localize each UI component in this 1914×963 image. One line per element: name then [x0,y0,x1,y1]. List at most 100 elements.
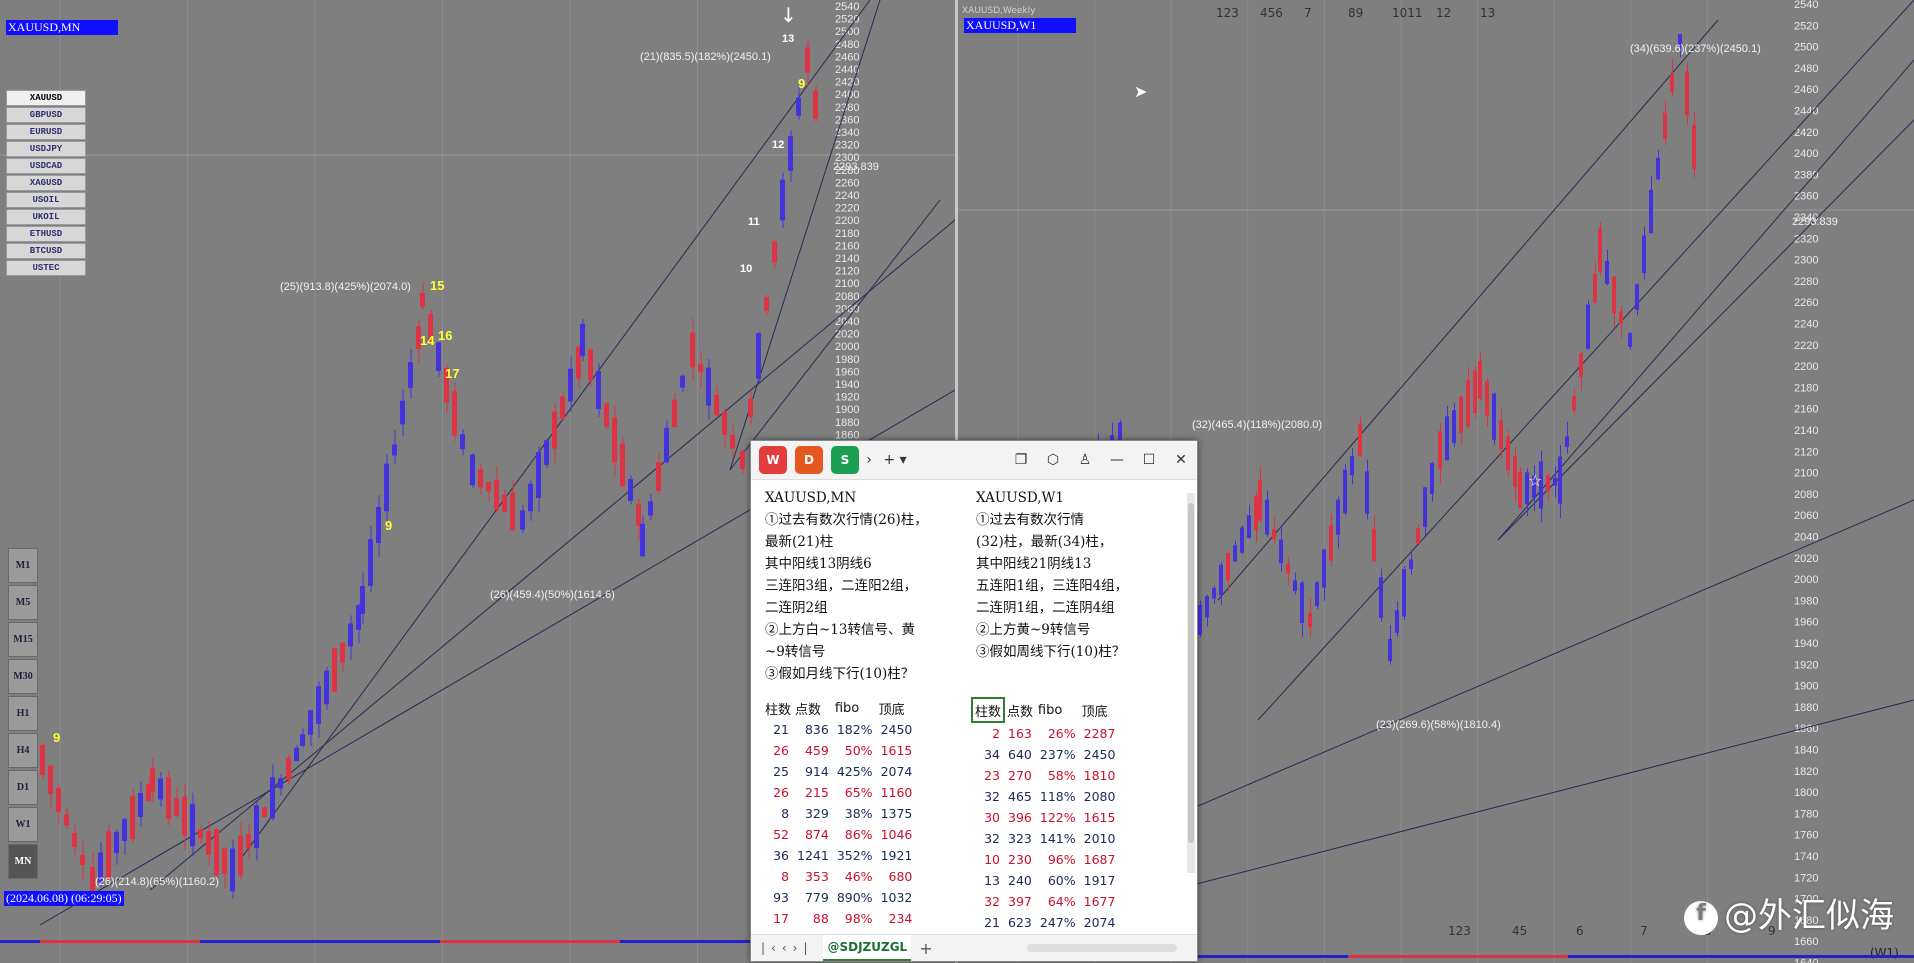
chevron-right-icon[interactable]: › [859,452,879,468]
table-cell[interactable]: 25 [763,761,793,782]
table-cell[interactable]: 1160 [877,782,917,803]
symbol-item-btcusd[interactable]: BTCUSD [6,243,86,259]
table-cell[interactable]: 230 [1004,849,1036,870]
table-cell[interactable]: 32 [972,786,1004,807]
close-icon[interactable]: ✕ [1165,452,1197,468]
table-cell[interactable]: 397 [1004,891,1036,912]
symbol-item-usdcad[interactable]: USDCAD [6,158,86,174]
weekly-table[interactable]: 柱数 点数 fibo 顶底 2 163 26% 2287 34 640 237% 2450 23 270 5… [970,697,1120,933]
table-cell[interactable]: 8 [763,803,793,824]
column-header[interactable]: 顶底 [1080,698,1120,722]
table-row[interactable]: 17 88 98% 234 [763,908,916,929]
table-cell[interactable]: 46% [833,866,877,887]
table-cell[interactable]: 98% [833,908,877,929]
column-header[interactable]: fibo [833,697,877,719]
timeframe-button-w1[interactable]: W1 [8,807,38,842]
table-cell[interactable]: 323 [1004,828,1036,849]
table-cell[interactable]: 2074 [877,761,917,782]
symbol-item-xauusd[interactable]: XAUUSD [6,90,86,106]
user-icon[interactable]: ♙ [1069,452,1101,468]
symbol-item-usdjpy[interactable]: USDJPY [6,141,86,157]
table-row[interactable]: 26 215 65% 1160 [763,782,916,803]
table-cell[interactable]: 36 [763,845,793,866]
table-cell[interactable]: 182% [833,719,877,740]
table-cell[interactable]: 2450 [877,719,917,740]
table-cell[interactable]: 270 [1004,765,1036,786]
table-cell[interactable]: 26 [763,782,793,803]
table-cell[interactable]: 2074 [1080,912,1120,933]
table-cell[interactable]: 396 [1004,807,1036,828]
table-row[interactable]: 13 240 60% 1917 [972,870,1119,891]
table-cell[interactable]: 1241 [793,845,833,866]
table-cell[interactable]: 21 [763,719,793,740]
window-titlebar[interactable]: W D S › + ▾ ❐ ⬡ ♙ — ☐ ✕ [751,441,1197,480]
table-cell[interactable]: 215 [793,782,833,803]
table-cell[interactable]: 32 [972,828,1004,849]
table-cell[interactable]: 1677 [1080,891,1120,912]
table-cell[interactable]: 23 [972,765,1004,786]
table-cell[interactable]: 352% [833,845,877,866]
table-cell[interactable]: 234 [877,908,917,929]
wps-app-icon[interactable]: W [759,446,787,474]
column-header[interactable]: 柱数 [763,697,793,719]
table-cell[interactable]: 96% [1036,849,1080,870]
table-cell[interactable]: 17 [763,908,793,929]
table-row[interactable]: 32 323 141% 2010 [972,828,1119,849]
sheet-nav-arrows[interactable]: |‹‹›| [761,941,813,955]
column-header[interactable]: fibo [1036,698,1080,722]
table-cell[interactable]: 623 [1004,912,1036,933]
table-cell[interactable]: 34 [972,744,1004,765]
table-cell[interactable]: 32 [972,891,1004,912]
table-cell[interactable]: 1810 [1080,765,1120,786]
vertical-scrollbar[interactable] [1187,493,1195,873]
sheet-tab[interactable]: @SDJZUZGL [823,935,912,961]
table-cell[interactable]: 2010 [1080,828,1120,849]
table-cell[interactable]: 2 [972,722,1004,744]
add-sheet-button[interactable]: + [919,939,932,958]
table-cell[interactable]: 640 [1004,744,1036,765]
timeframe-button-m1[interactable]: M1 [8,548,38,583]
table-cell[interactable]: 680 [877,866,917,887]
table-cell[interactable]: 10 [972,849,1004,870]
table-cell[interactable]: 914 [793,761,833,782]
table-cell[interactable]: 1921 [877,845,917,866]
table-cell[interactable]: 1917 [1080,870,1120,891]
timeframe-button-d1[interactable]: D1 [8,770,38,805]
table-cell[interactable]: 1375 [877,803,917,824]
table-row[interactable]: 10 230 96% 1687 [972,849,1119,870]
symbol-item-ukoil[interactable]: UKOIL [6,209,86,225]
table-row[interactable]: 21 836 182% 2450 [763,719,916,740]
table-cell[interactable]: 459 [793,740,833,761]
table-cell[interactable]: 836 [793,719,833,740]
table-row[interactable]: 21 623 247% 2074 [972,912,1119,933]
table-cell[interactable]: 353 [793,866,833,887]
table-row[interactable]: 2 163 26% 2287 [972,722,1119,744]
timeframe-button-h4[interactable]: H4 [8,733,38,768]
table-cell[interactable]: 247% [1036,912,1080,933]
symbol-item-usoil[interactable]: USOIL [6,192,86,208]
table-cell[interactable]: 88 [793,908,833,929]
column-header[interactable]: 柱数 [970,697,1006,723]
table-cell[interactable]: 237% [1036,744,1080,765]
table-row[interactable]: 26 459 50% 1615 [763,740,916,761]
minimize-icon[interactable]: — [1101,452,1133,468]
table-cell[interactable]: 1615 [1080,807,1120,828]
table-cell[interactable]: 1687 [1080,849,1120,870]
table-row[interactable]: 8 329 38% 1375 [763,803,916,824]
table-cell[interactable]: 26% [1036,722,1080,744]
symbol-item-ethusd[interactable]: ETHUSD [6,226,86,242]
sheet-content[interactable]: XAUUSD,MN ①过去有数次行情(26)柱， 最新(21)柱 其中阳线13阴线6… [761,481,1183,933]
table-cell[interactable]: 8 [763,866,793,887]
table-cell[interactable]: 240 [1004,870,1036,891]
table-row[interactable]: 36 1241 352% 1921 [763,845,916,866]
table-cell[interactable]: 86% [833,824,877,845]
table-row[interactable]: 8 353 46% 680 [763,866,916,887]
table-cell[interactable]: 13 [972,870,1004,891]
table-row[interactable]: 52 874 86% 1046 [763,824,916,845]
table-cell[interactable]: 50% [833,740,877,761]
timeframe-button-mn[interactable]: MN [8,844,38,879]
table-cell[interactable]: 141% [1036,828,1080,849]
table-cell[interactable]: 26 [763,740,793,761]
table-cell[interactable]: 2287 [1080,722,1120,744]
table-cell[interactable]: 1615 [877,740,917,761]
